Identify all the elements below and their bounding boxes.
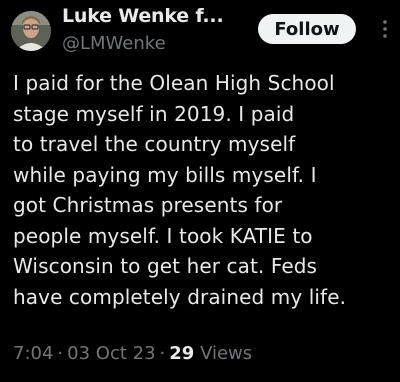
tweet-text-line: I paid for the Olean High School [13,71,335,95]
tweet-meta: 7:04 · 03 Oct 23 · 29 Views [13,343,252,364]
meta-separator: · [57,343,64,364]
views-label: Views [200,343,253,364]
tweet-text-line: stage myself in 2019. I paid [13,101,295,126]
tweet-text-line: got Christmas presents for [13,193,283,217]
author-handle[interactable]: @LMWenke [62,33,166,54]
tweet-time[interactable]: 7:04 [13,343,53,364]
tweet-text-line: Wisconsin to get her cat. Feds [13,254,318,278]
tweet-text-line: have completely drained my life. [13,284,347,309]
tweet-text-line: people myself. I took KATIE to [13,223,313,248]
more-vertical-icon[interactable] [379,18,391,40]
tweet-text-line: to travel the country myself [13,132,296,156]
views-count: 29 [169,343,195,364]
tweet-text: I paid for the Olean High School stage m… [13,68,398,312]
meta-separator: · [159,343,166,364]
user-avatar-icon [11,11,51,51]
tweet-date[interactable]: 03 Oct 23 [67,343,155,364]
author-display-name[interactable]: Luke Wenke f... [62,5,224,27]
author-avatar[interactable] [11,11,51,51]
follow-button[interactable]: Follow [258,14,356,44]
tweet-card: Luke Wenke f... @LMWenke Follow I paid f… [0,0,400,382]
follow-button-label: Follow [274,18,340,40]
tweet-text-line: while paying my bills myself. I [13,162,317,187]
